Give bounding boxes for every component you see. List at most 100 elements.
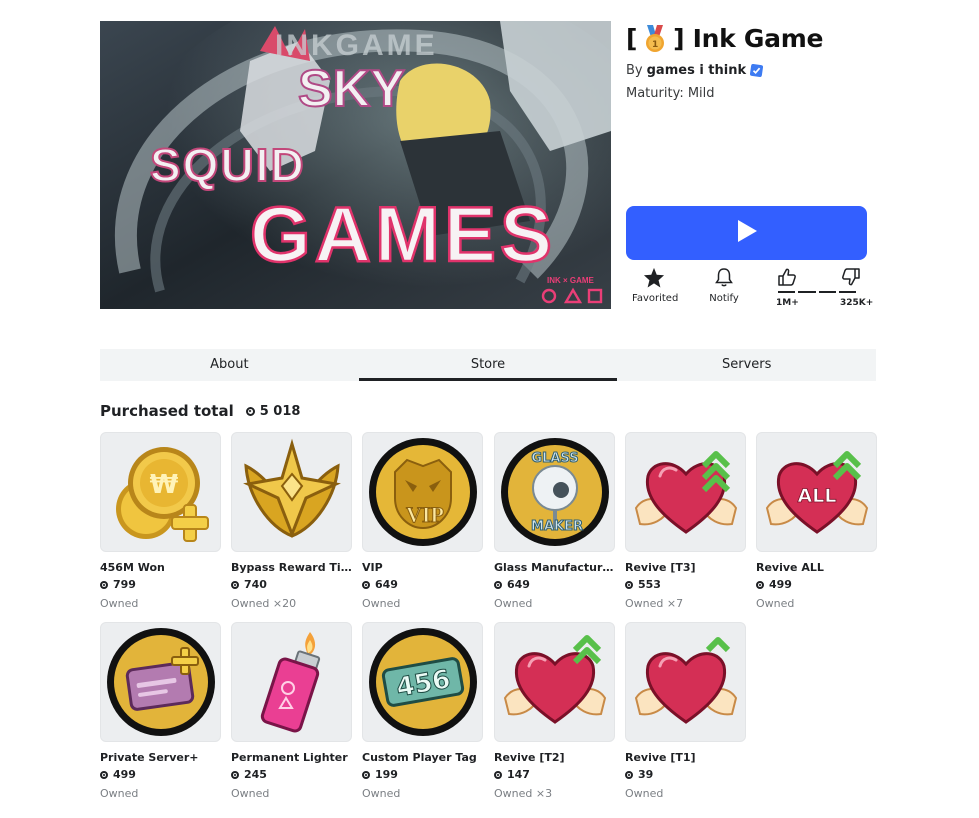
bell-icon (714, 268, 734, 291)
svg-text:MAKER: MAKER (531, 519, 583, 534)
item-price-value: 740 (244, 578, 267, 591)
item-price-value: 245 (244, 768, 267, 781)
item-price: 199 (362, 768, 483, 781)
store-item[interactable]: ALL Revive ALL 499 Owned (756, 432, 877, 610)
winged-heart-t3-icon[interactable] (625, 432, 746, 552)
robux-icon (756, 580, 764, 589)
gold-medal-icon: 1 (643, 24, 667, 53)
game-title: [ 1 ] Ink Game (626, 24, 956, 53)
item-owned-status: Owned ×3 (494, 787, 553, 800)
robux-icon (625, 770, 633, 779)
item-name: Revive [T1] (625, 751, 696, 764)
robux-icon (494, 770, 502, 779)
thumbnail-badge-text: INK × GAME (547, 276, 595, 285)
private-server-icon[interactable] (100, 622, 221, 742)
game-title-prefix: [ (626, 24, 638, 53)
revive-all-text: ALL (797, 485, 836, 507)
robux-icon (231, 770, 239, 779)
winged-heart-t2-icon[interactable] (494, 622, 615, 742)
robux-icon (100, 580, 108, 589)
store-item[interactable]: Bypass Reward Time 740 Owned ×20 (231, 432, 352, 610)
favorite-button[interactable]: Favorited (632, 267, 679, 304)
item-price-value: 199 (375, 768, 398, 781)
creator-byline: By games i think (626, 63, 956, 78)
vip-lion-icon[interactable]: VIP (362, 432, 483, 552)
player-tag-icon[interactable]: 456 (362, 622, 483, 742)
item-price: 649 (494, 578, 615, 591)
item-price-value: 39 (638, 768, 654, 781)
play-icon (736, 219, 758, 247)
store-item[interactable]: Revive [T2] 147 Owned ×3 (494, 622, 615, 800)
robux-icon (625, 580, 633, 589)
store-item[interactable]: Private Server+ 499 Owned (100, 622, 221, 800)
svg-text:1: 1 (652, 40, 658, 50)
creator-link[interactable]: games i think (647, 63, 747, 78)
item-name: Glass Manufacturer... (494, 561, 615, 574)
item-price-value: 649 (507, 578, 530, 591)
item-price: 649 (362, 578, 483, 591)
upvote-count: 1M+ (776, 298, 799, 308)
item-owned-status: Owned (494, 597, 533, 610)
thumbs-up-icon (777, 268, 797, 291)
store-item[interactable]: VIP VIP 649 Owned (362, 432, 483, 610)
star-badge-icon[interactable] (231, 432, 352, 552)
play-button[interactable] (626, 206, 867, 260)
winged-heart-all-icon[interactable]: ALL (756, 432, 877, 552)
store-item[interactable]: 456 Custom Player Tag 199 Owned (362, 622, 483, 800)
tab-about[interactable]: About (100, 349, 359, 381)
lighter-icon[interactable] (231, 622, 352, 742)
item-owned-status: Owned (625, 787, 664, 800)
item-owned-status: Owned (100, 787, 139, 800)
winged-heart-t1-icon[interactable] (625, 622, 746, 742)
item-name: Revive ALL (756, 561, 824, 574)
star-icon (643, 267, 665, 291)
item-owned-status: Owned (756, 597, 795, 610)
store-item[interactable]: GLASS MAKER Glass Manufacturer... 649 Ow… (494, 432, 615, 610)
item-name: Permanent Lighter (231, 751, 348, 764)
tab-store[interactable]: Store (358, 349, 618, 381)
notify-button[interactable]: Notify (702, 267, 746, 304)
thumbs-down-icon (841, 268, 861, 291)
favorite-label: Favorited (632, 293, 679, 304)
item-price: 740 (231, 578, 352, 591)
tab-servers[interactable]: Servers (617, 349, 876, 381)
game-thumbnail: INKGAME SKY SQUID GAMES INK × GAME (100, 21, 611, 309)
svg-text:GLASS: GLASS (531, 451, 578, 466)
upvote-button[interactable] (776, 267, 798, 291)
item-name: Revive [T3] (625, 561, 696, 574)
robux-icon (245, 406, 255, 416)
purchased-total: Purchased total 5 018 (100, 402, 300, 420)
item-owned-status: Owned (100, 597, 139, 610)
game-title-text: ] Ink Game (673, 24, 824, 53)
coins-icon[interactable]: ₩ (100, 432, 221, 552)
store-item[interactable]: Permanent Lighter 245 Owned (231, 622, 352, 800)
downvote-count: 325K+ (840, 298, 874, 308)
item-owned-status: Owned ×20 (231, 597, 297, 610)
game-actions: Favorited Notify 1M+ 325K+ (626, 267, 874, 313)
robux-icon (100, 770, 108, 779)
item-name: Private Server+ (100, 751, 199, 764)
item-name: 456M Won (100, 561, 165, 574)
robux-icon (362, 580, 370, 589)
glass-maker-icon[interactable]: GLASS MAKER (494, 432, 615, 552)
store-item[interactable]: ₩ 456M Won 799 Owned (100, 432, 221, 610)
store-item[interactable]: Revive [T3] 553 Owned ×7 (625, 432, 746, 610)
purchased-total-value: 5 018 (259, 403, 301, 419)
thumbnail-text-squid: SQUID (150, 139, 306, 191)
notify-label: Notify (709, 293, 739, 304)
game-tabs: About Store Servers (100, 349, 876, 381)
store-item[interactable]: Revive [T1] 39 Owned (625, 622, 746, 800)
by-label: By (626, 63, 643, 78)
vote-ratio-bar (778, 291, 856, 293)
item-price-value: 799 (113, 578, 136, 591)
item-price: 799 (100, 578, 221, 591)
purchased-total-label: Purchased total (100, 402, 234, 420)
verified-badge-icon (750, 64, 764, 77)
item-owned-status: Owned (231, 787, 270, 800)
maturity-rating: Maturity: Mild (626, 86, 715, 101)
downvote-button[interactable] (840, 267, 862, 291)
item-price: 39 (625, 768, 746, 781)
item-owned-status: Owned (362, 787, 401, 800)
item-price-value: 499 (769, 578, 792, 591)
thumbnail-text-sky: SKY (298, 60, 405, 118)
